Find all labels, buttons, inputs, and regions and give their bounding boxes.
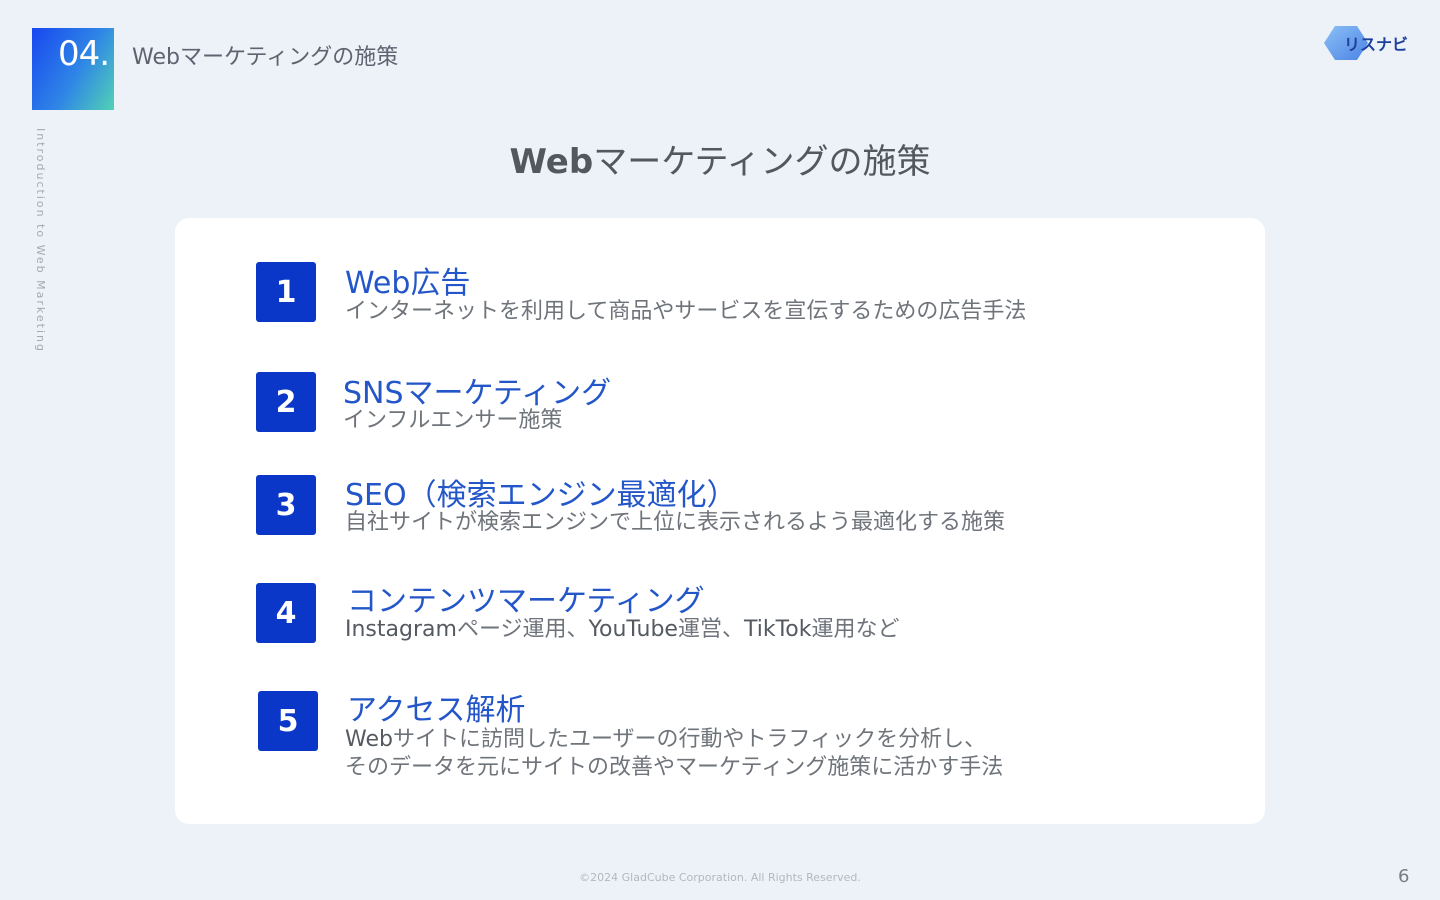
- item-number-badge: 5: [258, 691, 318, 751]
- logo: リスナビ: [1324, 24, 1416, 62]
- item-description: Instagramページ運用、YouTube運営、TikTok運用など: [345, 616, 900, 644]
- item-description: Webサイトに訪問したユーザーの行動やトラフィックを分析し、: [345, 726, 986, 754]
- item-title: コンテンツマーケティング: [347, 584, 705, 619]
- item-number-badge: 1: [256, 262, 316, 322]
- item-description-part: Instagram: [345, 617, 457, 642]
- item-title: Web広告: [345, 266, 471, 301]
- logo-text: リスナビ: [1344, 35, 1409, 54]
- slide-title: Webマーケティングの施策: [0, 134, 1440, 183]
- item-number-badge: 3: [256, 475, 316, 535]
- slide-title-latin: Web: [509, 142, 594, 182]
- item-description: インターネットを利用して商品やサービスを宣伝するための広告手法: [345, 299, 1027, 324]
- item-number-badge: 4: [256, 583, 316, 643]
- page-number: 6: [1398, 866, 1410, 887]
- slide-title-rest: マーケティングの施策: [593, 142, 931, 182]
- item-description: 自社サイトが検索エンジンで上位に表示されるよう最適化する施策: [345, 510, 1006, 535]
- item-description-part: 運営、: [677, 617, 744, 642]
- item-description-part: Web: [345, 727, 393, 752]
- item-description-part: 運用など: [811, 617, 900, 642]
- item-title: アクセス解析: [347, 693, 526, 728]
- item-description-part: ページ運用、: [456, 617, 589, 642]
- item-description-part: サイトに訪問したユーザーの行動やトラフィックを分析し、: [392, 727, 987, 752]
- item-title: SNSマーケティング: [343, 376, 612, 411]
- item-description-part: YouTube: [588, 617, 678, 642]
- item-description-line2: そのデータを元にサイトの改善やマーケティング施策に活かす手法: [345, 755, 1004, 780]
- item-description: インフルエンサー施策: [343, 408, 563, 433]
- copyright: ©2024 GladCube Corporation. All Rights R…: [579, 871, 861, 884]
- item-number-badge: 2: [256, 372, 316, 432]
- item-title: SEO（検索エンジン最適化）: [345, 478, 737, 513]
- section-number: 04.: [58, 34, 110, 74]
- item-description-part: TikTok: [743, 617, 812, 642]
- content-card: 1 Web広告 インターネットを利用して商品やサービスを宣伝するための広告手法 …: [175, 218, 1265, 824]
- header-title: Webマーケティングの施策: [132, 45, 399, 70]
